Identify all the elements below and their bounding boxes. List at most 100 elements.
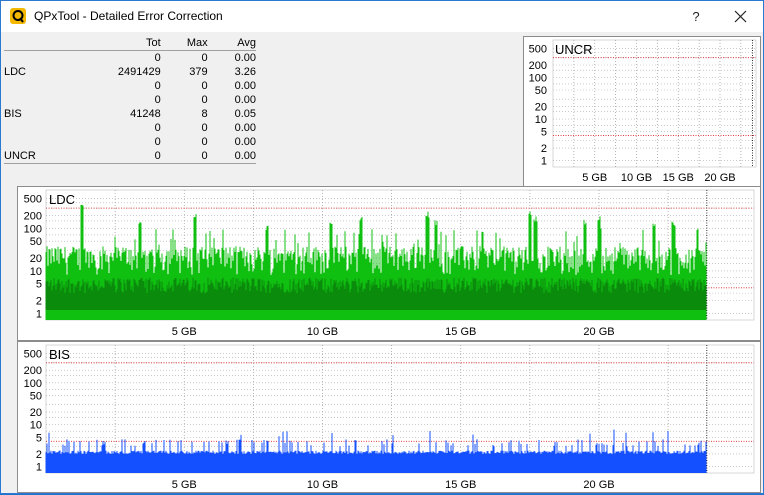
stats-max-value: 0 xyxy=(201,52,208,64)
x-tick-label: 20 GB xyxy=(583,326,614,338)
y-tick-label: 50 xyxy=(30,390,42,402)
stats-row: 0 0 0.00 xyxy=(4,121,256,135)
close-icon[interactable] xyxy=(725,5,755,29)
stats-max-value: 0 xyxy=(201,94,208,106)
y-tick-label: 2 xyxy=(541,143,547,155)
x-tick-label: 10 GB xyxy=(621,172,652,184)
stats-header-max: Max xyxy=(160,36,208,51)
uncr-chart: 5002001005020105215 GB 10 GB 15 GB 20 GBUNC… xyxy=(529,39,757,184)
y-tick-label: 200 xyxy=(529,60,547,72)
y-tick-label: 50 xyxy=(30,236,42,248)
qpxtool-app-icon xyxy=(10,8,26,24)
x-tick-label: 15 GB xyxy=(663,172,694,184)
x-tick-label: 20 GB xyxy=(583,479,614,491)
stats-tot-value: 0 xyxy=(154,150,161,162)
ldc-chart: 5002001005020105215 GB 10 GB 15 GB 20 GBLDC xyxy=(24,189,755,338)
stats-row-label xyxy=(4,79,64,93)
window-title: QPxTool - Detailed Error Correction xyxy=(34,9,223,23)
help-button[interactable]: ? xyxy=(683,6,709,28)
stats-row: UNCR 0 0 0.00 xyxy=(4,149,256,164)
uncr-chart-panel: 500 200 100 50 20 10 5 2 1 5 GB 10 GB 15 GB 20 GB UNC… xyxy=(523,36,761,187)
x-tick-label: 20 GB xyxy=(704,172,735,184)
stats-avg-value: 0.00 xyxy=(234,122,256,134)
stats-max-value: 0 xyxy=(201,122,208,134)
stats-avg-value: 0.00 xyxy=(234,52,256,64)
stats-row-label xyxy=(4,93,64,107)
stats-row: 0 0 0.00 xyxy=(4,51,256,66)
stats-header-tot: Tot xyxy=(64,36,161,51)
y-tick-label: 100 xyxy=(24,378,42,390)
stats-avg-value: 0.00 xyxy=(234,94,256,106)
stats-max-value: 0 xyxy=(201,80,208,92)
y-tick-label: 500 xyxy=(24,194,42,206)
stats-row-label xyxy=(4,51,64,66)
bis-chart-panel: 500 200 100 50 20 10 5 2 1 5 GB 10 GB 15 GB 20 GB BIS xyxy=(17,341,761,493)
x-tick-label: 15 GB xyxy=(445,326,476,338)
stats-row: LDC 2491429 379 3.26 xyxy=(4,65,256,79)
ldc-chart-panel: 500 200 100 50 20 10 5 2 1 5 GB 10 GB 15 GB 20 GB LDC xyxy=(17,186,761,341)
stats-header-row: Tot Max Avg xyxy=(4,36,256,51)
y-tick-label: 2 xyxy=(36,449,42,461)
stats-tot-value: 0 xyxy=(154,136,161,148)
x-tick-label: 10 GB xyxy=(307,326,338,338)
stats-tot-value: 41248 xyxy=(130,108,161,120)
stats-tot-value: 0 xyxy=(154,122,161,134)
stats-row: BIS 41248 8 0.05 xyxy=(4,107,256,121)
y-tick-label: 500 xyxy=(24,349,42,361)
y-tick-label: 500 xyxy=(529,43,547,55)
stats-tot-value: 2491429 xyxy=(117,66,161,78)
title-bar: QPxTool - Detailed Error Correction ? xyxy=(1,1,763,32)
stats-row: 0 0 0.00 xyxy=(4,93,256,107)
y-tick-label: 5 xyxy=(36,432,42,444)
stats-tot-value: 0 xyxy=(154,52,161,64)
x-tick-label: 5 GB xyxy=(172,326,197,338)
stats-max-value: 0 xyxy=(201,150,208,162)
stats-max-value: 8 xyxy=(201,108,208,120)
stats-row-label: UNCR xyxy=(4,150,36,162)
stats-row-label: LDC xyxy=(4,66,27,78)
y-tick-label: 1 xyxy=(36,308,42,320)
chart-title: BIS xyxy=(49,347,70,362)
stats-avg-value: 0.00 xyxy=(234,136,256,148)
y-tick-label: 10 xyxy=(30,420,42,432)
stats-avg-value: 3.26 xyxy=(234,66,256,78)
y-tick-label: 1 xyxy=(541,156,547,168)
stats-row-label xyxy=(4,135,64,149)
y-tick-label: 200 xyxy=(24,365,42,377)
window: QPxTool - Detailed Error Correction ? To… xyxy=(0,0,764,494)
stats-tot-value: 0 xyxy=(154,94,161,106)
stats-tot-value: 0 xyxy=(154,80,161,92)
y-tick-label: 10 xyxy=(535,114,547,126)
stats-avg-value: 0.05 xyxy=(234,108,256,120)
y-tick-label: 200 xyxy=(24,211,42,223)
y-tick-label: 50 xyxy=(535,85,547,97)
stats-avg-value: 0.00 xyxy=(234,150,256,162)
bis-chart: 5002001005020105215 GB 10 GB 15 GB 20 GBBIS xyxy=(24,344,755,491)
y-tick-label: 5 xyxy=(36,279,42,291)
stats-row: 0 0 0.00 xyxy=(4,79,256,93)
y-tick-label: 10 xyxy=(30,266,42,278)
chart-title: UNCR xyxy=(555,42,593,57)
stats-avg-value: 0.00 xyxy=(234,80,256,92)
y-tick-label: 100 xyxy=(529,73,547,85)
x-tick-label: 10 GB xyxy=(307,479,338,491)
x-tick-label: 5 GB xyxy=(172,479,197,491)
stats-row: 0 0 0.00 xyxy=(4,135,256,149)
stats-header-label xyxy=(4,36,64,51)
y-tick-label: 20 xyxy=(30,407,42,419)
y-tick-label: 1 xyxy=(36,462,42,474)
y-tick-label: 20 xyxy=(30,253,42,265)
y-tick-label: 2 xyxy=(36,296,42,308)
stats-row-label xyxy=(4,121,64,135)
x-tick-label: 15 GB xyxy=(445,479,476,491)
chart-title: LDC xyxy=(49,192,75,207)
stats-header-avg: Avg xyxy=(207,36,256,51)
y-tick-label: 20 xyxy=(535,102,547,114)
stats-max-value: 0 xyxy=(201,136,208,148)
y-tick-label: 100 xyxy=(24,223,42,235)
y-tick-label: 5 xyxy=(541,127,547,139)
stats-row-label: BIS xyxy=(4,108,22,120)
stats-table: Tot Max Avg 0 0 0.00 LDC 2491429 379 3.26 0 0 0.0… xyxy=(4,36,256,164)
x-tick-label: 5 GB xyxy=(582,172,607,184)
stats-max-value: 379 xyxy=(189,66,208,78)
